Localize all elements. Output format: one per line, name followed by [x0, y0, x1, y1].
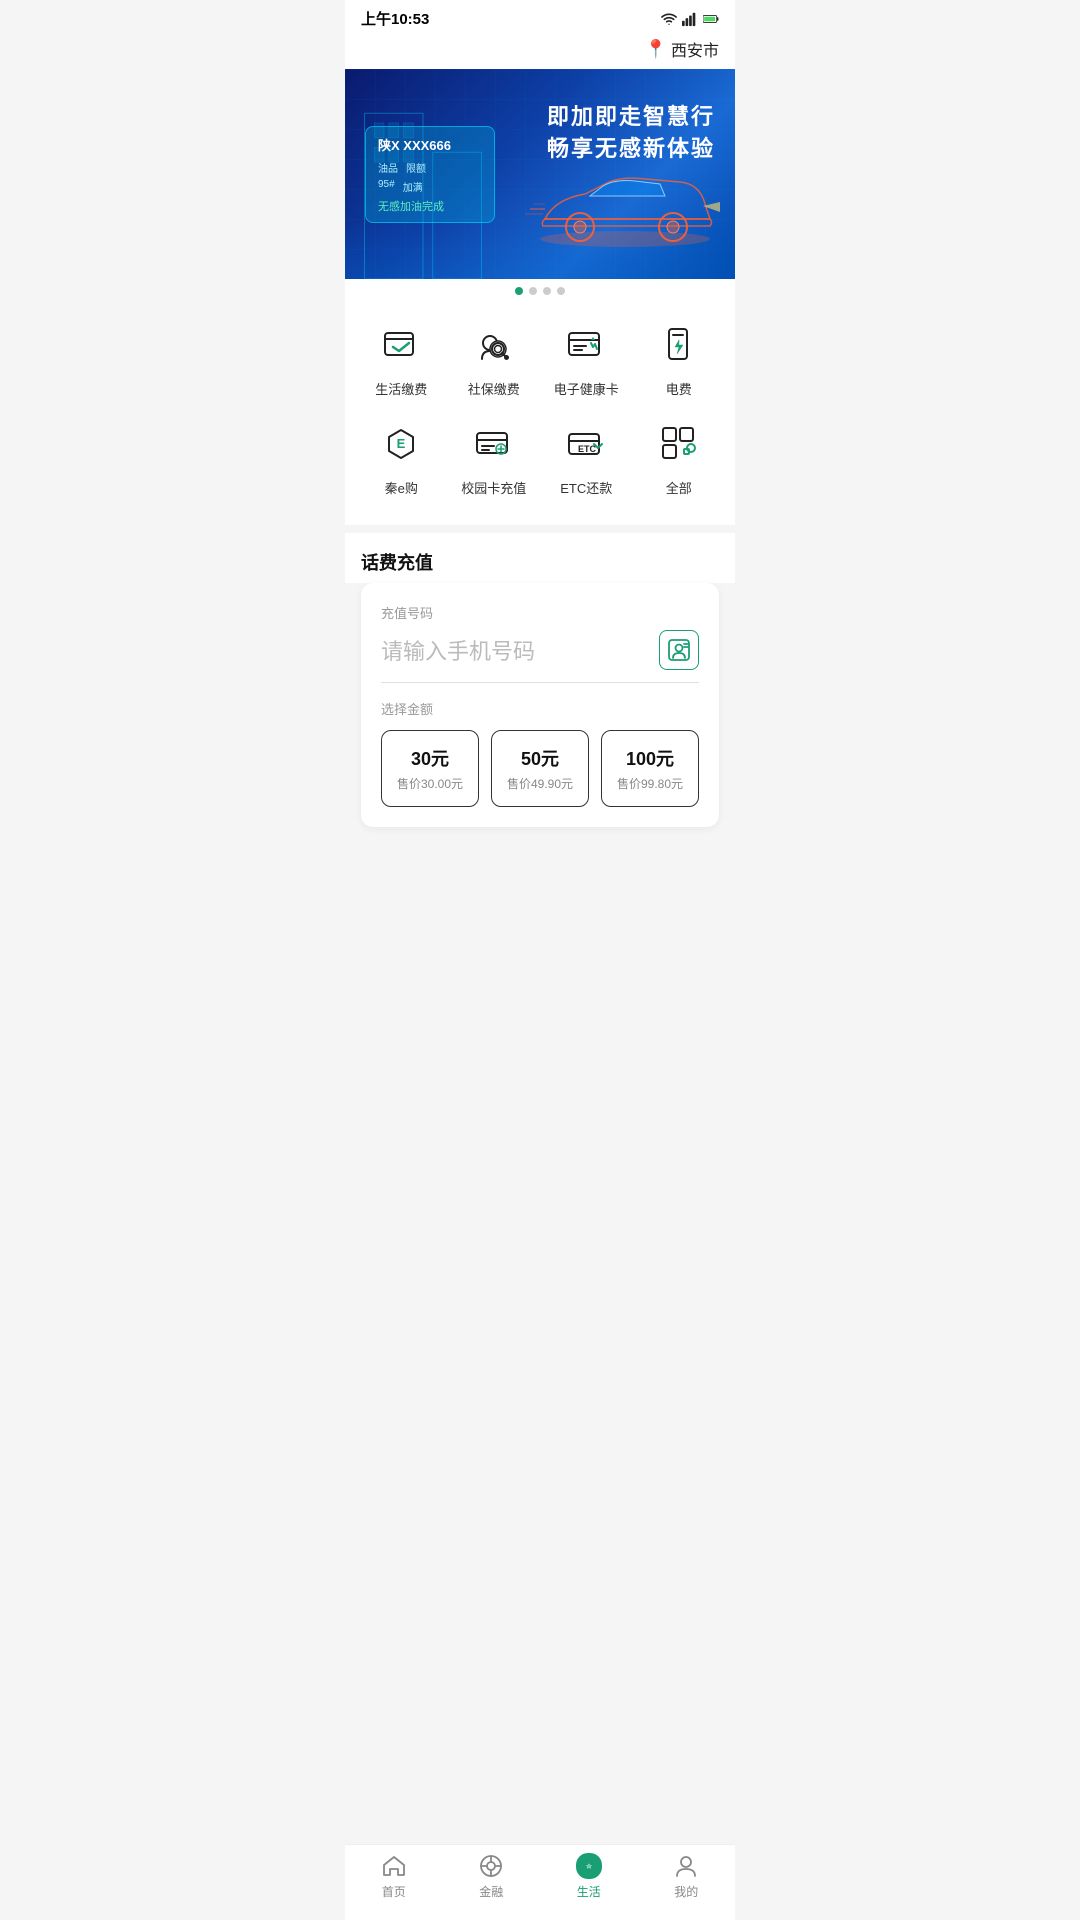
dot-1	[515, 287, 523, 295]
banner-grade: 95#	[378, 179, 395, 194]
all-icon	[653, 418, 705, 470]
electricity-label: 电费	[666, 379, 692, 398]
quick-item-health-card[interactable]: 电子健康卡	[546, 319, 626, 398]
dot-3	[543, 287, 551, 295]
quick-item-social-insurance[interactable]: 社保缴费	[454, 319, 534, 398]
quick-menu: 生活缴费 社保缴费	[345, 303, 735, 525]
recharge-section-title: 话费充值	[345, 533, 735, 583]
campus-card-icon	[468, 418, 520, 470]
svg-text:ETC: ETC	[578, 444, 597, 454]
quick-row-2: E 秦e购 校园卡充值	[355, 418, 725, 497]
quick-item-qin-shop[interactable]: E 秦e购	[361, 418, 441, 497]
mine-nav-icon	[673, 1853, 699, 1879]
location-icon: 📍	[645, 39, 667, 60]
campus-card-label: 校园卡充值	[461, 478, 526, 497]
finance-nav-icon	[478, 1853, 504, 1879]
dot-4	[557, 287, 565, 295]
recharge-input-label: 充值号码	[381, 603, 699, 622]
amount-label: 选择金额	[381, 699, 699, 718]
amount-50-price: 售价49.90元	[500, 775, 580, 792]
electricity-icon	[653, 319, 705, 371]
amount-btn-100[interactable]: 100元 售价99.80元	[601, 730, 699, 807]
all-label: 全部	[666, 478, 692, 497]
nav-home[interactable]: 首页	[354, 1853, 434, 1900]
banner-dots	[345, 279, 735, 303]
nav-mine[interactable]: 我的	[646, 1853, 726, 1900]
nav-finance-label: 金融	[479, 1883, 503, 1900]
status-bar: 上午10:53	[345, 0, 735, 33]
quick-item-campus-card[interactable]: 校园卡充值	[454, 418, 534, 497]
banner: 陕X XXX666 油品 限额 95# 加满 无感加油完成 即加即走智慧行 畅享…	[345, 69, 735, 279]
social-insurance-label: 社保缴费	[468, 379, 520, 398]
banner-limit: 限额	[406, 160, 426, 175]
etc-icon: ETC	[560, 418, 612, 470]
status-icons	[661, 11, 719, 27]
banner-info-box: 陕X XXX666 油品 限额 95# 加满 无感加油完成	[365, 126, 495, 223]
amount-50-value: 50元	[500, 745, 580, 771]
phone-input-row: 请输入手机号码	[381, 630, 699, 683]
dot-2	[529, 287, 537, 295]
amount-btn-50[interactable]: 50元 售价49.90元	[491, 730, 589, 807]
quick-item-all[interactable]: 全部	[639, 418, 719, 497]
banner-full: 加满	[403, 179, 423, 194]
wifi-icon	[661, 11, 677, 27]
quick-item-etc[interactable]: ETC ETC还款	[546, 418, 626, 497]
nav-home-label: 首页	[382, 1883, 406, 1900]
bottom-nav: 首页 金融 生活	[345, 1844, 735, 1920]
amount-100-price: 售价99.80元	[610, 775, 690, 792]
health-card-label: 电子健康卡	[554, 379, 619, 398]
home-nav-icon	[381, 1853, 407, 1879]
quick-item-electricity[interactable]: 电费	[639, 319, 719, 398]
battery-icon	[703, 11, 719, 27]
location-bar[interactable]: 📍 西安市	[345, 33, 735, 69]
banner-line2: 畅享无感新体验	[547, 131, 715, 163]
quick-item-life-bill[interactable]: 生活缴费	[361, 319, 441, 398]
amount-30-price: 售价30.00元	[390, 775, 470, 792]
city-name: 西安市	[671, 37, 719, 61]
contact-picker-button[interactable]	[659, 630, 699, 670]
signal-icon	[682, 11, 698, 27]
social-insurance-icon	[468, 319, 520, 371]
health-card-icon	[560, 319, 612, 371]
qin-shop-label: 秦e购	[385, 478, 418, 497]
life-bill-icon	[375, 319, 427, 371]
amount-options: 30元 售价30.00元 50元 售价49.90元 100元 售价99.80元	[381, 730, 699, 807]
contact-icon	[666, 637, 692, 663]
banner-oil: 油品	[378, 160, 398, 175]
amount-btn-30[interactable]: 30元 售价30.00元	[381, 730, 479, 807]
svg-text:E: E	[397, 436, 406, 451]
nav-life-label: 生活	[577, 1883, 601, 1900]
nav-life[interactable]: 生活	[549, 1853, 629, 1900]
banner-plate: 陕X XXX666	[378, 135, 482, 154]
banner-slogan: 即加即走智慧行 畅享无感新体验	[547, 99, 715, 163]
amount-30-value: 30元	[390, 745, 470, 771]
life-bill-label: 生活缴费	[375, 379, 427, 398]
amount-100-value: 100元	[610, 745, 690, 771]
banner-line1: 即加即走智慧行	[547, 99, 715, 131]
etc-label: ETC还款	[560, 478, 612, 497]
recharge-card: 充值号码 请输入手机号码 选择金额 30元 售价30.00元 50元	[361, 583, 719, 827]
status-time: 上午10:53	[361, 8, 429, 29]
qin-shop-icon: E	[375, 418, 427, 470]
nav-finance[interactable]: 金融	[451, 1853, 531, 1900]
banner-car-illustration	[525, 149, 725, 259]
nav-mine-label: 我的	[674, 1883, 698, 1900]
phone-input-placeholder[interactable]: 请输入手机号码	[381, 634, 659, 666]
quick-row-1: 生活缴费 社保缴费	[355, 319, 725, 398]
banner-status-text: 无感加油完成	[378, 198, 482, 214]
life-nav-icon	[576, 1853, 602, 1879]
